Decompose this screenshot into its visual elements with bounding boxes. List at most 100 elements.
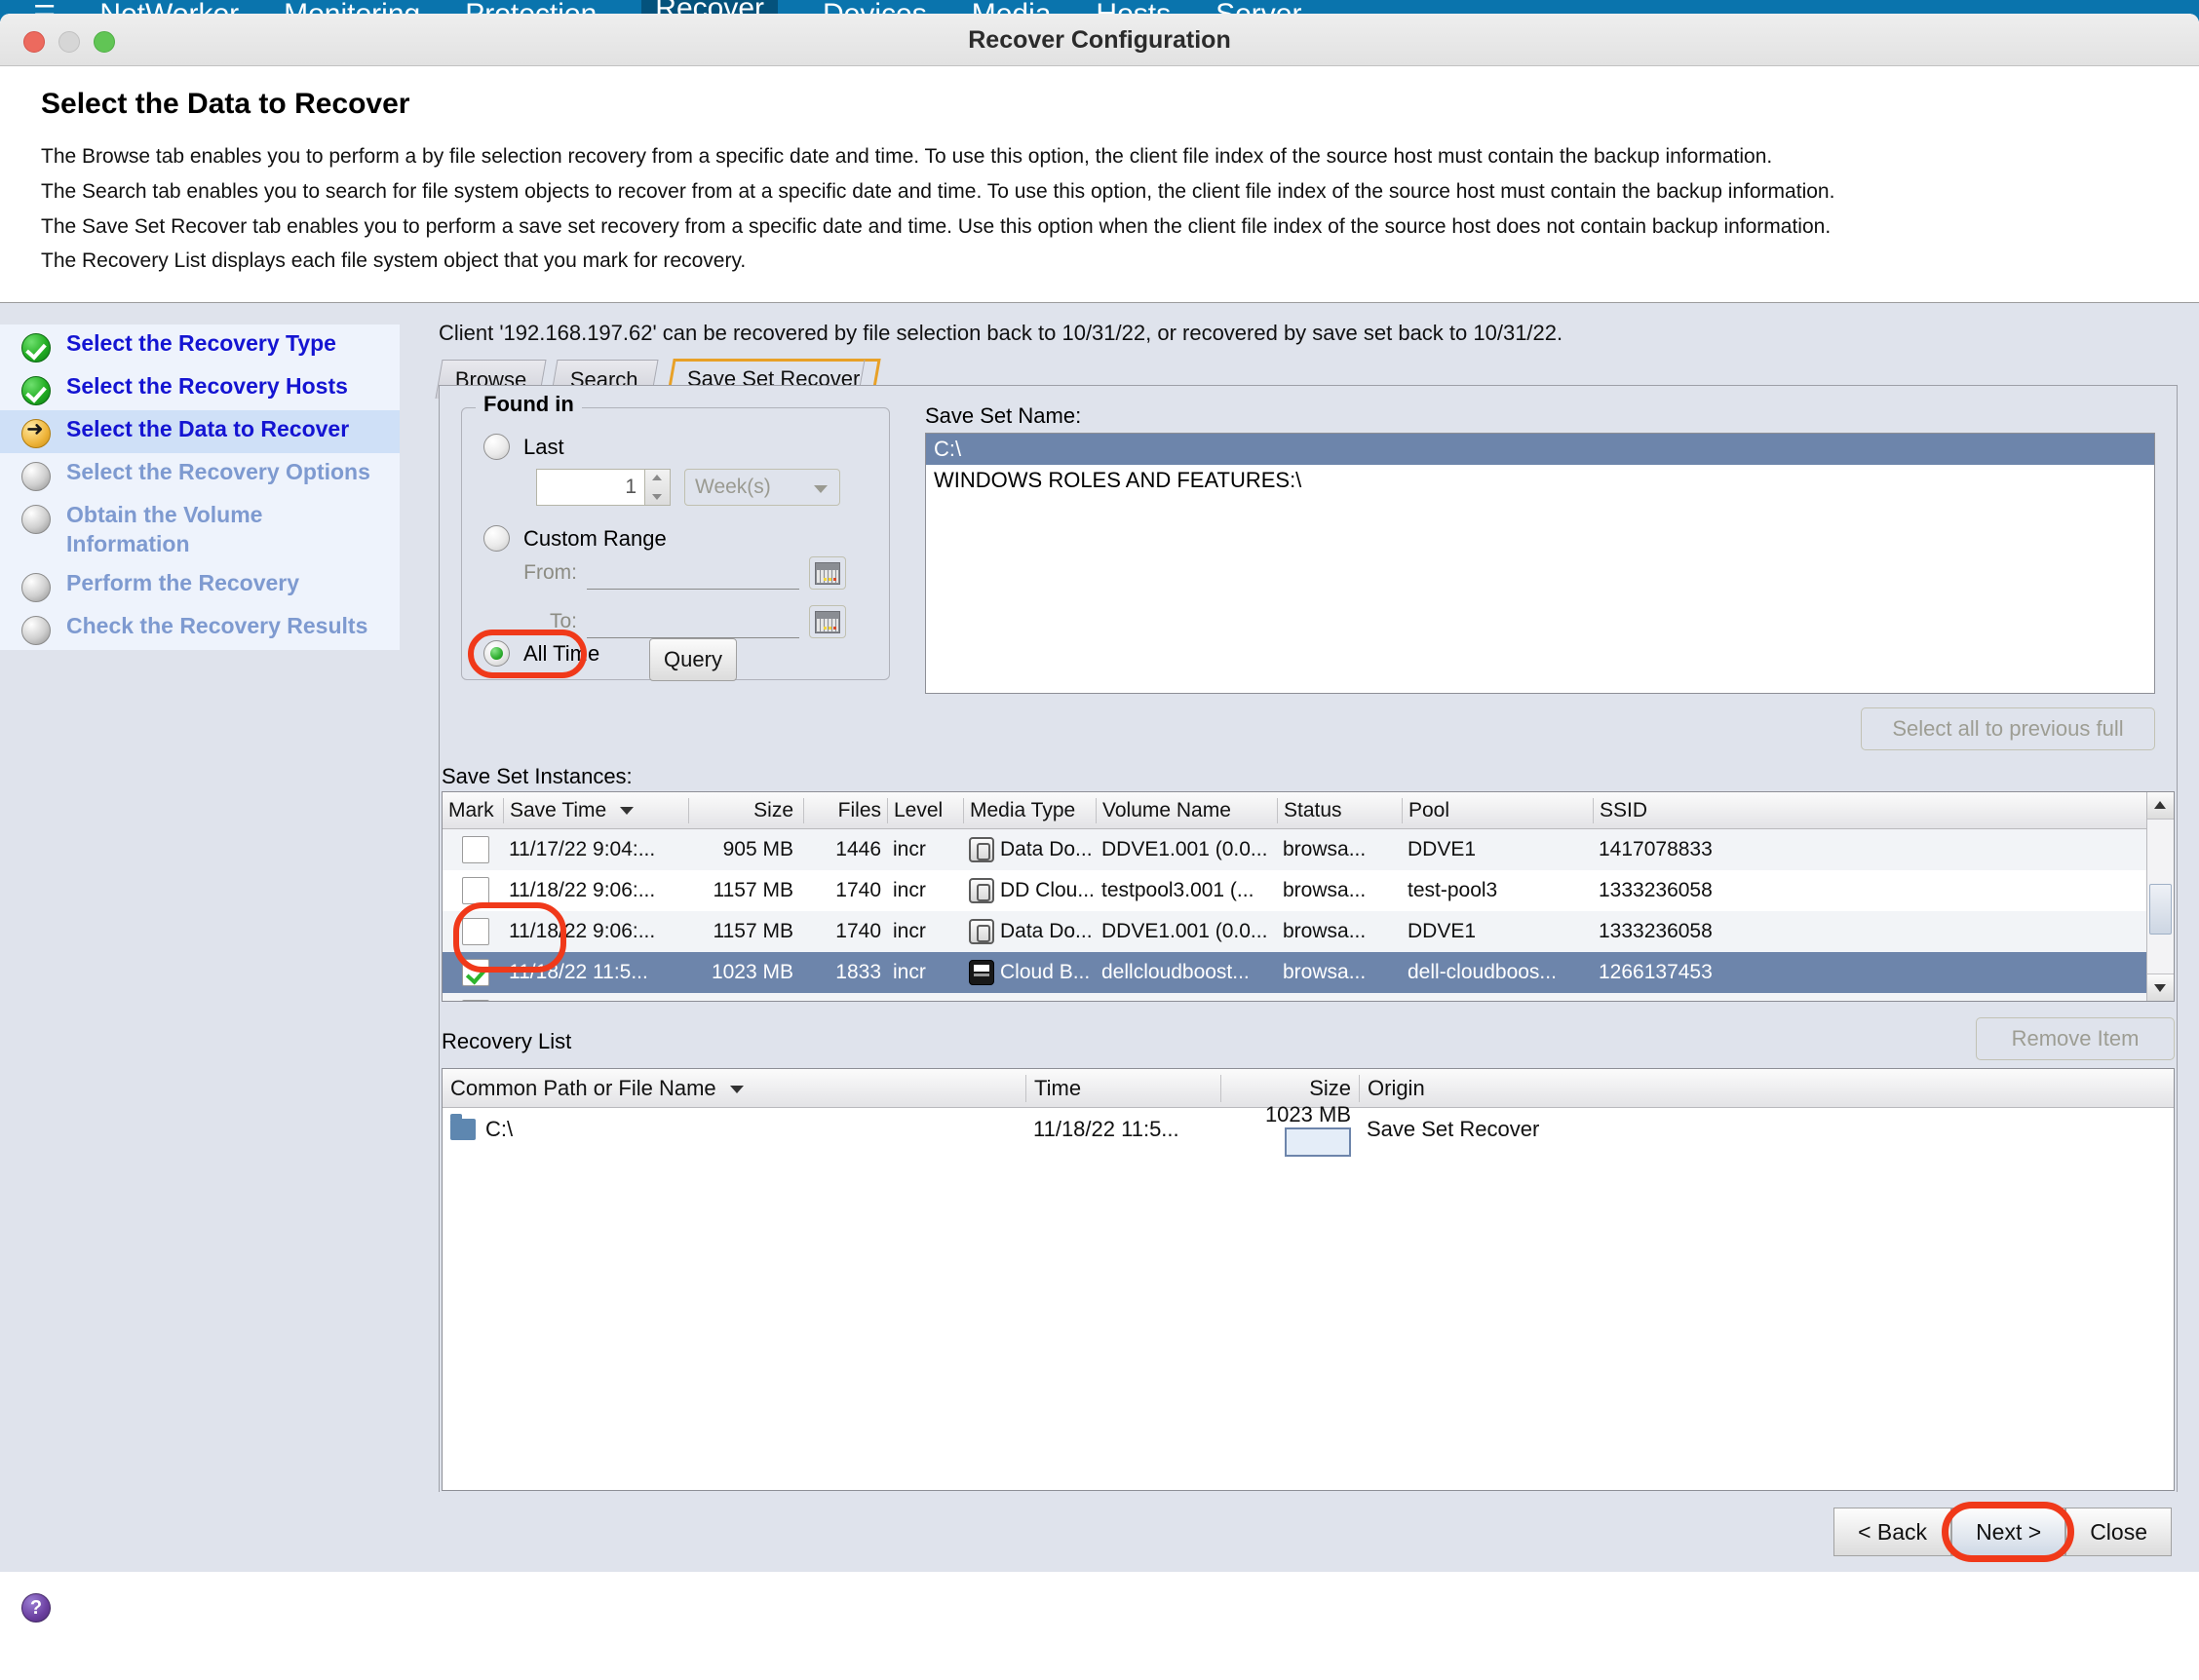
list-item[interactable]: C:\ 11/18/22 11:5... 1023 MB Save Set Re…	[443, 1102, 2174, 1157]
from-date-input[interactable]	[587, 556, 799, 590]
cell-size-label: 1023 MB	[1264, 1102, 1351, 1126]
back-button[interactable]: < Back	[1833, 1508, 1952, 1556]
scrollbar-thumb[interactable]	[2149, 884, 2172, 935]
sidebar-item-check-recovery-results[interactable]: Check the Recovery Results	[0, 607, 400, 650]
cell-path-label: C:\	[485, 1117, 514, 1141]
column-header-origin[interactable]: Origin	[1359, 1074, 1671, 1102]
checkbox-icon[interactable]	[462, 836, 489, 863]
step-label: Select the Recovery Type	[66, 330, 336, 356]
stepper-buttons[interactable]	[645, 469, 671, 506]
check-circle-icon	[21, 333, 51, 363]
column-header-ssid[interactable]: SSID	[1593, 797, 1807, 823]
cell-ssid: 1333236058	[1599, 920, 1713, 942]
sidebar-item-obtain-volume-information[interactable]: Obtain the Volume Information	[0, 496, 400, 564]
remove-item-button[interactable]: Remove Item	[1976, 1017, 2175, 1060]
column-header-media-type[interactable]: Media Type	[963, 797, 1096, 823]
step-label: Select the Data to Recover	[66, 416, 350, 441]
query-button[interactable]: Query	[649, 638, 737, 681]
size-edit-field[interactable]	[1285, 1127, 1351, 1157]
select-all-to-previous-full-button[interactable]: Select all to previous full	[1861, 707, 2155, 750]
scroll-up-icon[interactable]	[2147, 792, 2174, 820]
cell-size: 1023 MB	[1220, 1102, 1359, 1157]
step-label: Check the Recovery Results	[66, 612, 368, 638]
list-item[interactable]: C:\	[926, 434, 2154, 465]
recovery-list-label: Recovery List	[442, 1029, 572, 1053]
cell-status: browsa...	[1283, 879, 1367, 901]
last-unit-select[interactable]: Week(s)	[684, 469, 840, 506]
column-header-level[interactable]: Level	[887, 797, 963, 823]
scrollbar-track[interactable]	[2147, 820, 2174, 974]
dialog-titlebar[interactable]: Recover Configuration	[0, 14, 2199, 66]
sidebar-item-perform-the-recovery[interactable]: Perform the Recovery	[0, 564, 400, 607]
description-line-1: The Browse tab enables you to perform a …	[41, 145, 1773, 168]
row-mark-checkbox[interactable]	[443, 836, 503, 863]
column-header-mark[interactable]: Mark	[443, 798, 503, 823]
cell-media-type-label: Data Do...	[1000, 920, 1093, 942]
calendar-icon	[815, 611, 840, 633]
cell-volume-name: DDVE1.001 (0.0...	[1101, 838, 1268, 860]
row-mark-checkbox[interactable]	[443, 877, 503, 904]
table-vertical-scrollbar[interactable]	[2146, 792, 2174, 1001]
sidebar-item-select-recovery-options[interactable]: Select the Recovery Options	[0, 453, 400, 496]
list-item[interactable]: WINDOWS ROLES AND FEATURES:\	[926, 465, 2154, 496]
row-mark-checkbox[interactable]	[443, 1000, 503, 1001]
cell-pool: dell-cloudboos...	[1408, 961, 1557, 983]
table-row[interactable]: 11/18/22 12:0... 895 MB 1418 incr Cloud …	[443, 993, 2146, 1001]
column-header-size[interactable]: Size	[688, 797, 803, 823]
table-row[interactable]: 11/18/22 9:06:... 1157 MB 1740 incr Data…	[443, 911, 2146, 952]
table-row[interactable]: 11/18/22 9:06:... 1157 MB 1740 incr DD C…	[443, 870, 2146, 911]
cell-level: incr	[893, 920, 926, 942]
column-header-files[interactable]: Files	[803, 797, 887, 823]
column-header-label: Save Time	[510, 798, 607, 821]
cell-files: 1833	[835, 961, 881, 983]
cell-ssid: 1417078833	[1599, 838, 1713, 860]
main-panel: Client '192.168.197.62' can be recovered…	[413, 303, 2199, 1572]
radio-custom-range[interactable]: Custom Range	[483, 525, 667, 552]
cell-pool: DDVE1	[1408, 920, 1477, 942]
save-set-name-list[interactable]: C:\ WINDOWS ROLES AND FEATURES:\	[925, 433, 2155, 694]
column-header-save-time[interactable]: Save Time	[503, 797, 688, 823]
to-calendar-button[interactable]	[809, 605, 846, 638]
annotation-highlight-marked-checkbox	[453, 902, 566, 973]
checkbox-icon[interactable]	[462, 1000, 489, 1001]
table-row[interactable]: 11/18/22 11:5... 1023 MB 1833 incr Cloud…	[443, 952, 2146, 993]
checkbox-icon[interactable]	[462, 877, 489, 904]
column-header-volume-name[interactable]: Volume Name	[1096, 797, 1277, 823]
arrow-circle-icon	[21, 415, 51, 448]
check-circle-icon	[21, 376, 51, 405]
stepper-down-icon[interactable]	[645, 487, 670, 505]
radio-button-icon[interactable]	[483, 525, 510, 552]
radio-button-icon[interactable]	[483, 434, 510, 460]
last-unit-value: Week(s)	[695, 476, 771, 498]
radio-last[interactable]: Last	[483, 434, 564, 460]
save-set-recover-panel: Found in Last 1 Week(s) Custom Range Fro…	[439, 385, 2178, 1558]
from-calendar-button[interactable]	[809, 556, 846, 590]
data-domain-icon	[969, 919, 994, 944]
radio-last-label: Last	[523, 434, 564, 459]
column-header-pool[interactable]: Pool	[1402, 797, 1593, 823]
dialog-footer: < Back Next > Close	[0, 1492, 2199, 1572]
last-count-stepper[interactable]: 1	[536, 469, 671, 506]
help-icon[interactable]: ?	[21, 1593, 51, 1623]
column-header-common-path[interactable]: Common Path or File Name	[443, 1075, 1025, 1102]
table-row[interactable]: 11/17/22 9:04:... 905 MB 1446 incr Data …	[443, 829, 2146, 870]
column-header-status[interactable]: Status	[1277, 797, 1402, 823]
close-button[interactable]: Close	[2065, 1508, 2172, 1556]
page-description: The Browse tab enables you to perform a …	[41, 142, 2199, 276]
last-count-input[interactable]: 1	[536, 469, 645, 506]
sidebar-item-select-recovery-hosts[interactable]: Select the Recovery Hosts	[0, 367, 400, 410]
sidebar-item-select-data-to-recover[interactable]: Select the Data to Recover	[0, 410, 400, 453]
description-line-4: The Recovery List displays each file sys…	[41, 249, 747, 273]
from-label: From:	[523, 561, 577, 584]
sort-descending-icon	[729, 1085, 744, 1093]
column-header-time[interactable]: Time	[1025, 1074, 1220, 1102]
cell-media-type: Cloud B...	[963, 960, 1096, 985]
cell-pool: DDVE1	[1408, 838, 1477, 860]
cell-media-type-label: Cloud B...	[1000, 961, 1091, 983]
column-header-size[interactable]: Size	[1220, 1074, 1359, 1102]
sidebar-item-select-recovery-type[interactable]: Select the Recovery Type	[0, 325, 400, 367]
stepper-up-icon[interactable]	[645, 470, 670, 487]
to-date-input[interactable]	[587, 605, 799, 638]
scroll-down-icon[interactable]	[2147, 974, 2174, 1001]
radio-custom-range-label: Custom Range	[523, 525, 667, 551]
